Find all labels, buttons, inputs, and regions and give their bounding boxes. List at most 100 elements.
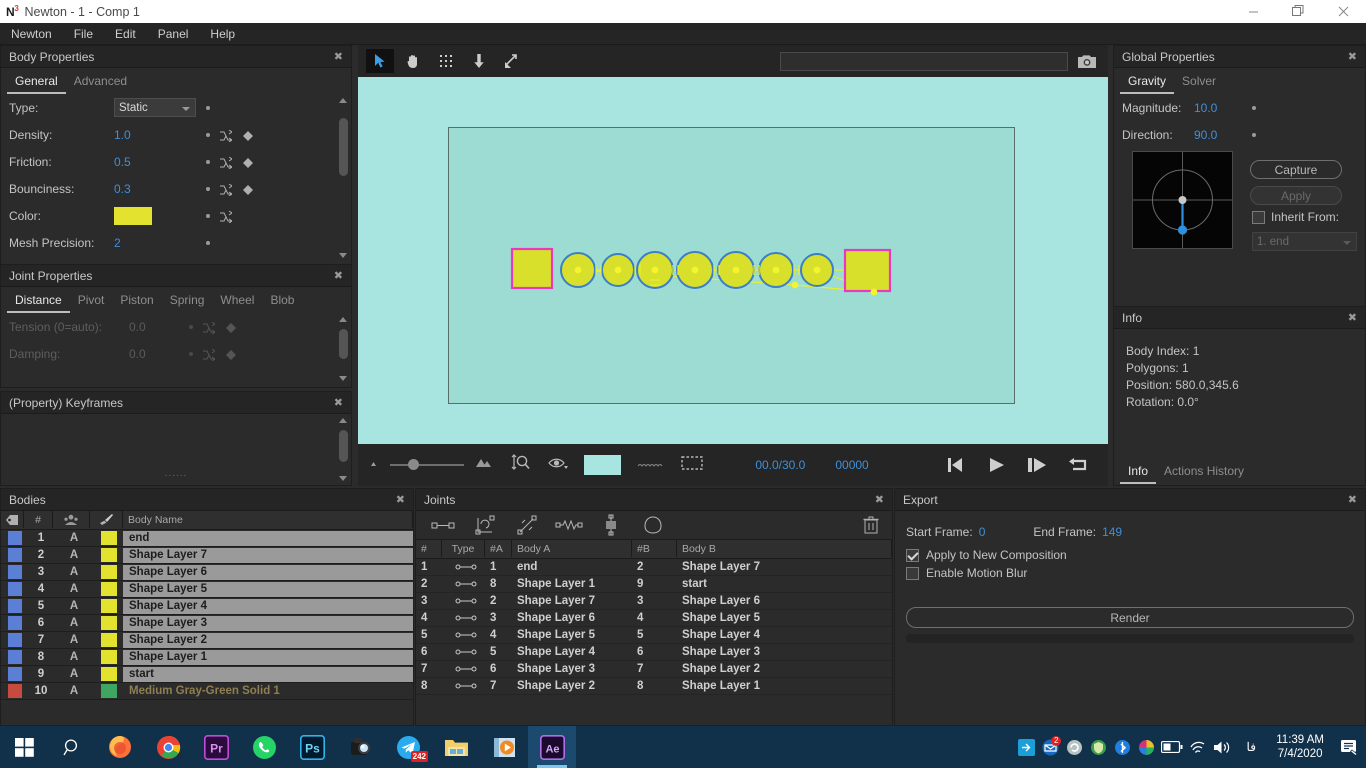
color-expression-dot[interactable] bbox=[206, 213, 210, 218]
body-select-toggle[interactable] bbox=[1, 598, 24, 615]
zoom-slider-knob[interactable] bbox=[408, 459, 419, 470]
body-color-swatch[interactable] bbox=[90, 683, 123, 700]
scroll-thumb[interactable] bbox=[339, 430, 348, 462]
body-name[interactable]: Shape Layer 3 bbox=[123, 615, 413, 631]
minimize-button[interactable] bbox=[1231, 0, 1276, 23]
body-color-swatch[interactable] bbox=[90, 598, 123, 615]
body-select-toggle[interactable] bbox=[1, 581, 24, 598]
body-select-toggle[interactable] bbox=[1, 683, 24, 700]
body-name[interactable]: Medium Gray-Green Solid 1 bbox=[123, 684, 413, 699]
joint-properties-close-icon[interactable]: ✖ bbox=[334, 269, 343, 282]
mesh-precision-value[interactable]: 2 bbox=[114, 236, 196, 250]
zoom-slider[interactable] bbox=[390, 459, 465, 470]
keyframe-icon[interactable] bbox=[242, 129, 254, 141]
gravity-direction-dial[interactable] bbox=[1132, 151, 1233, 249]
bodies-close-icon[interactable]: ✖ bbox=[396, 493, 405, 506]
tab-piston[interactable]: Piston bbox=[112, 293, 161, 313]
language-indicator[interactable]: فا bbox=[1236, 740, 1266, 754]
menu-panel[interactable]: Panel bbox=[147, 23, 200, 45]
keyframe-icon[interactable] bbox=[242, 183, 254, 195]
search-button[interactable] bbox=[48, 726, 96, 768]
menu-newton[interactable]: Newton bbox=[0, 23, 63, 45]
menu-help[interactable]: Help bbox=[199, 23, 246, 45]
body-color-swatch[interactable] bbox=[90, 666, 123, 683]
start-frame-value[interactable]: 0 bbox=[979, 525, 986, 539]
magnitude-expression-dot[interactable] bbox=[1252, 105, 1256, 110]
body-name[interactable]: Shape Layer 6 bbox=[123, 564, 413, 580]
tab-general[interactable]: General bbox=[7, 74, 66, 94]
volume-icon[interactable] bbox=[1210, 740, 1236, 755]
pan-tool-button[interactable] bbox=[399, 49, 427, 73]
media-player-button[interactable] bbox=[480, 726, 528, 768]
body-animated-flag[interactable]: A bbox=[53, 547, 90, 564]
joints-list[interactable]: 1 1 end 2 Shape Layer 7 2 8 Shape Layer 1 9 start… bbox=[416, 559, 892, 727]
joint-properties-scrollbar[interactable] bbox=[337, 313, 350, 385]
body-select-toggle[interactable] bbox=[1, 666, 24, 683]
shuffle-icon[interactable] bbox=[203, 348, 216, 361]
trash-icon[interactable] bbox=[856, 516, 886, 534]
bluetooth-icon[interactable] bbox=[1110, 739, 1134, 756]
table-row[interactable]: 8 A Shape Layer 1 bbox=[1, 649, 413, 666]
maximize-button[interactable] bbox=[1276, 0, 1321, 23]
body-animated-flag[interactable]: A bbox=[53, 649, 90, 666]
table-row[interactable]: 1 1 end 2 Shape Layer 7 bbox=[416, 559, 892, 576]
inherit-from-select[interactable]: 1. end bbox=[1252, 232, 1357, 251]
table-row[interactable]: 8 7 Shape Layer 2 8 Shape Layer 1 bbox=[416, 678, 892, 695]
shuffle-icon[interactable] bbox=[203, 321, 216, 334]
tab-gravity[interactable]: Gravity bbox=[1120, 74, 1175, 94]
direction-expression-dot[interactable] bbox=[1252, 132, 1256, 137]
joints-close-icon[interactable]: ✖ bbox=[875, 493, 884, 506]
menu-edit[interactable]: Edit bbox=[104, 23, 147, 45]
column-body-b[interactable]: Body B bbox=[677, 540, 892, 557]
type-select[interactable]: Static bbox=[114, 98, 196, 117]
tab-spring[interactable]: Spring bbox=[162, 293, 213, 313]
column-joint-index[interactable]: # bbox=[416, 540, 442, 557]
background-color-swatch[interactable] bbox=[584, 455, 622, 475]
apply-button[interactable]: Apply bbox=[1250, 186, 1342, 205]
distance-joint-button[interactable] bbox=[422, 519, 464, 531]
explorer-button[interactable] bbox=[432, 726, 480, 768]
body-select-toggle[interactable] bbox=[1, 564, 24, 581]
body-name[interactable]: Shape Layer 2 bbox=[123, 632, 413, 648]
body-select-toggle[interactable] bbox=[1, 632, 24, 649]
battery-icon[interactable] bbox=[1158, 741, 1186, 753]
blob-joint-button[interactable] bbox=[632, 515, 674, 535]
step-forward-button[interactable] bbox=[1016, 456, 1057, 474]
tag-icon[interactable] bbox=[1, 511, 24, 528]
table-row[interactable]: 6 5 Shape Layer 4 6 Shape Layer 3 bbox=[416, 644, 892, 661]
tab-wheel[interactable]: Wheel bbox=[212, 293, 262, 313]
capture-button[interactable]: Capture bbox=[1250, 160, 1342, 179]
body-color-swatch[interactable] bbox=[90, 615, 123, 632]
body-animated-flag[interactable]: A bbox=[53, 615, 90, 632]
bounciness-value[interactable]: 0.3 bbox=[114, 182, 196, 196]
table-row[interactable]: 5 A Shape Layer 4 bbox=[1, 598, 413, 615]
mesh-precision-expression-dot[interactable] bbox=[206, 240, 210, 245]
body-animated-flag[interactable]: A bbox=[53, 683, 90, 700]
damping-value[interactable]: 0.0 bbox=[129, 347, 179, 361]
shuffle-icon[interactable] bbox=[220, 129, 233, 142]
body-name[interactable]: Shape Layer 5 bbox=[123, 581, 413, 597]
render-button[interactable]: Render bbox=[906, 607, 1354, 628]
global-properties-close-icon[interactable]: ✖ bbox=[1348, 50, 1357, 63]
density-expression-dot[interactable] bbox=[206, 132, 210, 137]
table-row[interactable]: 6 A Shape Layer 3 bbox=[1, 615, 413, 632]
keyframes-scrollbar[interactable] bbox=[337, 414, 350, 485]
inherit-from-checkbox[interactable] bbox=[1252, 210, 1265, 224]
scroll-down-icon[interactable] bbox=[339, 376, 347, 381]
keyframe-icon[interactable] bbox=[225, 321, 237, 333]
update-icon[interactable] bbox=[1062, 739, 1086, 756]
scroll-up-icon[interactable] bbox=[339, 418, 347, 423]
firefox-button[interactable] bbox=[96, 726, 144, 768]
premiere-button[interactable]: Pr bbox=[192, 726, 240, 768]
tab-distance[interactable]: Distance bbox=[7, 293, 70, 313]
clock[interactable]: 11:39 AM 7/4/2020 bbox=[1266, 733, 1334, 761]
table-row[interactable]: 2 8 Shape Layer 1 9 start bbox=[416, 576, 892, 593]
body-name[interactable]: end bbox=[123, 530, 413, 546]
direction-value[interactable]: 90.0 bbox=[1194, 128, 1242, 142]
marquee-icon[interactable] bbox=[681, 455, 704, 476]
spring-joint-button[interactable] bbox=[548, 519, 590, 531]
body-animated-flag[interactable]: A bbox=[53, 632, 90, 649]
chrome-button[interactable] bbox=[144, 726, 192, 768]
table-row[interactable]: 3 A Shape Layer 6 bbox=[1, 564, 413, 581]
scroll-up-icon[interactable] bbox=[339, 317, 347, 322]
